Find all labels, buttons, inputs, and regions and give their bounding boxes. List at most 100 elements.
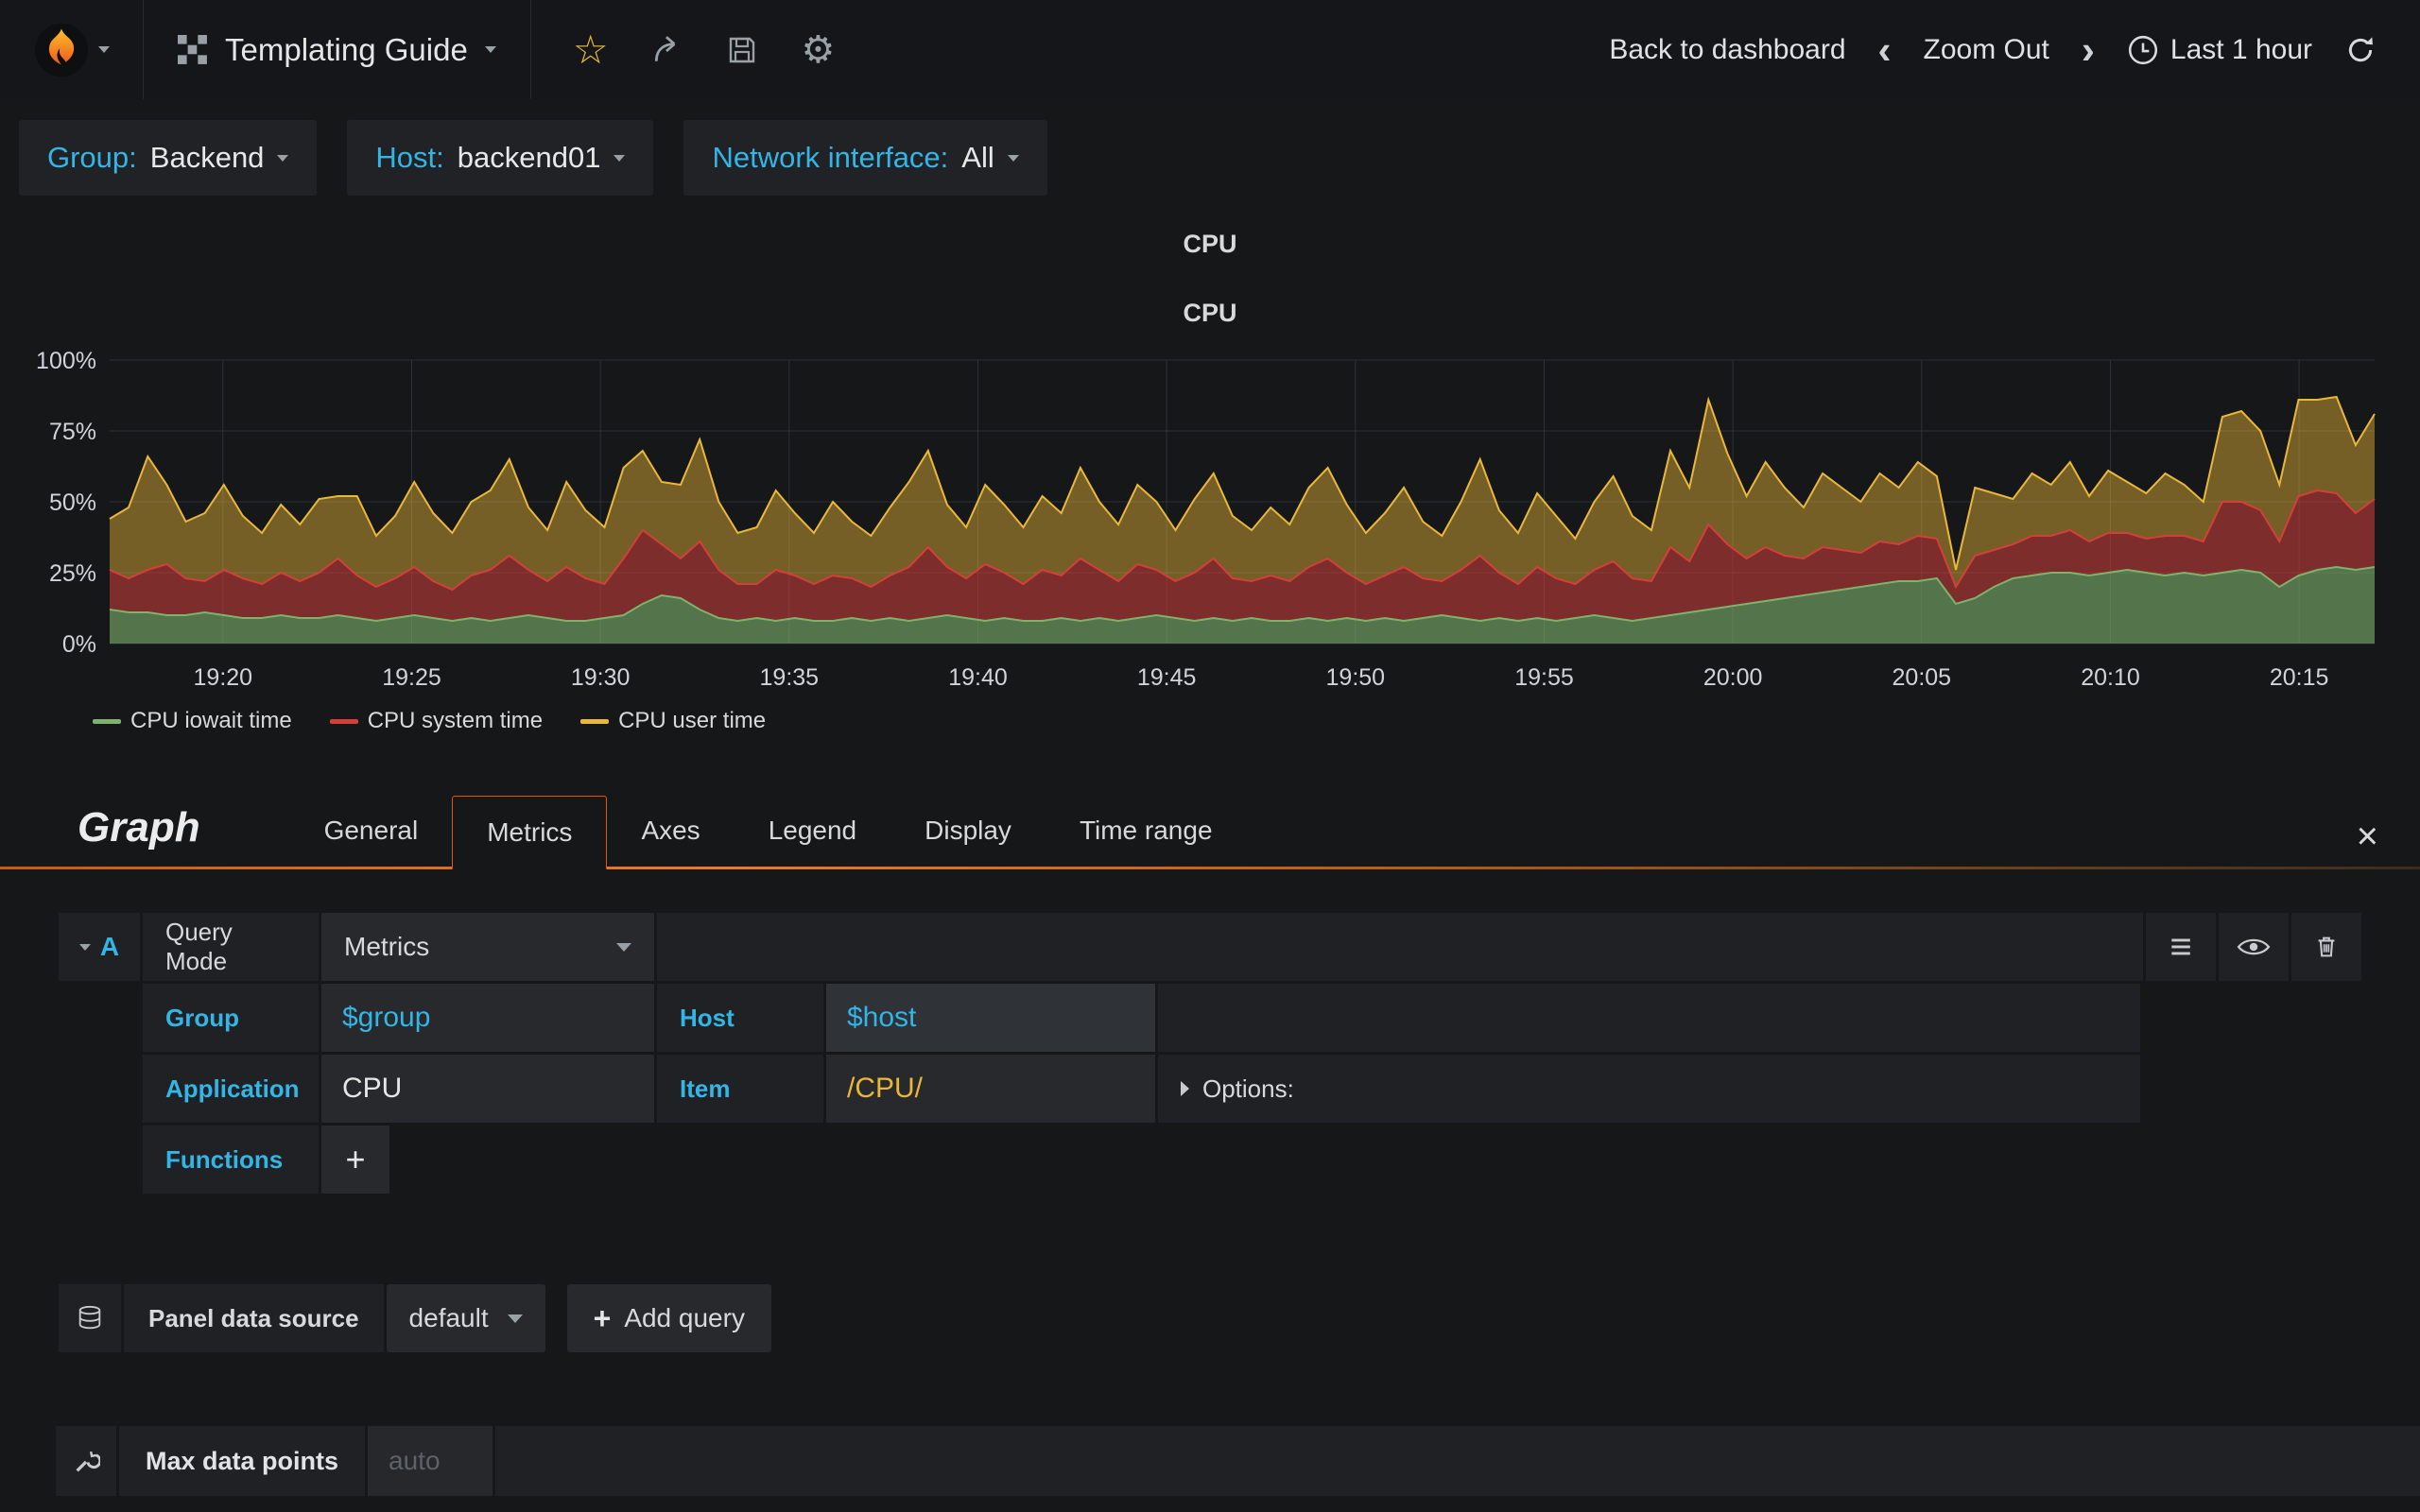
query-mode-select[interactable]: Metrics xyxy=(321,913,654,981)
legend-color-swatch xyxy=(580,718,610,724)
trash-icon xyxy=(2318,936,2335,957)
datasource-icon-cell xyxy=(59,1284,121,1352)
tab-legend[interactable]: Legend xyxy=(735,795,890,867)
caret-down-icon xyxy=(78,943,91,951)
legend-item-iowait[interactable]: CPU iowait time xyxy=(93,708,292,734)
caret-right-icon xyxy=(1181,1081,1189,1096)
query-mode-label: Query Mode xyxy=(143,913,319,981)
save-icon[interactable] xyxy=(727,35,757,65)
options-label: Options: xyxy=(1202,1074,1294,1103)
time-shift-right-icon[interactable]: › xyxy=(2082,29,2095,70)
graph-panel: CPU CPU 0% 25% 50% 75% 100% 19:20 19:25 19:30 19… xyxy=(19,230,2401,734)
svg-text:25%: 25% xyxy=(49,560,96,587)
svg-text:20:15: 20:15 xyxy=(2270,664,2329,691)
chart-legend: CPU iowait time CPU system time CPU user… xyxy=(93,708,2401,734)
navbar-right: Back to dashboard ‹ Zoom Out › Last 1 ho… xyxy=(1609,0,2420,99)
caret-down-icon xyxy=(614,154,626,162)
legend-label: CPU user time xyxy=(618,708,767,733)
variable-host-dropdown[interactable]: Host: backend01 xyxy=(347,120,654,196)
add-query-button[interactable]: + Add query xyxy=(566,1284,771,1352)
clock-icon xyxy=(2128,35,2157,64)
legend-item-system[interactable]: CPU system time xyxy=(329,708,543,734)
query-menu-button[interactable]: ≡ xyxy=(2146,913,2216,981)
query-row-filler xyxy=(1158,984,2140,1052)
max-data-points-input[interactable] xyxy=(368,1426,493,1496)
application-field-input[interactable] xyxy=(321,1055,654,1123)
navbar-actions: ☆ ⚙ xyxy=(531,0,877,99)
refresh-icon[interactable] xyxy=(2344,34,2377,66)
caret-down-icon xyxy=(1007,154,1019,162)
panel-type-title: Graph xyxy=(78,804,200,850)
caret-down-icon xyxy=(616,942,631,952)
host-field-label: Host xyxy=(657,984,823,1052)
svg-text:20:10: 20:10 xyxy=(2081,664,2140,691)
legend-item-user[interactable]: CPU user time xyxy=(580,708,766,734)
database-icon xyxy=(78,1305,101,1330)
item-field-label: Item xyxy=(657,1055,823,1123)
tab-metrics[interactable]: Metrics xyxy=(452,796,608,869)
svg-text:19:20: 19:20 xyxy=(194,664,253,691)
legend-color-swatch xyxy=(329,718,358,724)
svg-text:75%: 75% xyxy=(49,419,96,445)
dashboard-title: Templating Guide xyxy=(225,31,468,67)
item-field-input[interactable] xyxy=(826,1055,1155,1123)
variable-value: backend01 xyxy=(457,141,601,174)
datasource-value: default xyxy=(408,1303,489,1332)
query-row-functions: Functions + xyxy=(143,1125,2140,1194)
svg-text:100%: 100% xyxy=(36,348,96,374)
back-to-dashboard-button[interactable]: Back to dashboard xyxy=(1609,34,1845,66)
variable-value: All xyxy=(961,141,994,174)
grafana-menu-caret-icon xyxy=(97,46,110,53)
query-row-filler xyxy=(657,913,2143,981)
query-letter: A xyxy=(99,932,120,961)
query-mode-value: Metrics xyxy=(344,932,430,961)
panel-title[interactable]: CPU xyxy=(19,230,2401,259)
svg-text:20:00: 20:00 xyxy=(1703,664,1763,691)
tab-general[interactable]: General xyxy=(290,795,453,867)
grafana-menu[interactable] xyxy=(0,0,144,99)
variable-group-dropdown[interactable]: Group: Backend xyxy=(19,120,318,196)
tab-axes[interactable]: Axes xyxy=(607,795,734,867)
svg-text:19:25: 19:25 xyxy=(382,664,441,691)
functions-label: Functions xyxy=(143,1125,319,1194)
time-picker-button[interactable]: Last 1 hour xyxy=(2127,34,2312,66)
share-icon[interactable] xyxy=(651,34,683,66)
svg-text:19:50: 19:50 xyxy=(1326,664,1386,691)
query-collapse-toggle[interactable]: A xyxy=(59,913,140,981)
svg-text:19:45: 19:45 xyxy=(1137,664,1197,691)
query-row-group-host: Group Host xyxy=(143,984,2140,1052)
hamburger-icon: ≡ xyxy=(2169,925,2192,968)
add-query-label: Add query xyxy=(624,1303,745,1332)
row-filler xyxy=(495,1426,2420,1496)
add-function-button[interactable]: + xyxy=(321,1125,389,1194)
star-icon[interactable]: ☆ xyxy=(573,26,609,73)
wrench-icon xyxy=(76,1451,100,1472)
tab-display[interactable]: Display xyxy=(890,795,1046,867)
dashboard-title-menu[interactable]: Templating Guide xyxy=(144,0,531,99)
datasource-row: Panel data source default + Add query xyxy=(59,1284,2361,1352)
application-field-label: Application xyxy=(143,1055,319,1123)
group-field-label: Group xyxy=(143,984,319,1052)
options-toggle[interactable]: Options: xyxy=(1181,1074,1294,1104)
close-editor-icon[interactable]: × xyxy=(2357,817,2378,855)
group-field-input[interactable] xyxy=(321,984,654,1052)
host-field-input[interactable] xyxy=(826,984,1155,1052)
datasource-select[interactable]: default xyxy=(386,1284,545,1352)
wrench-icon-cell xyxy=(56,1426,116,1496)
time-shift-left-icon[interactable]: ‹ xyxy=(1878,29,1892,70)
zoom-out-button[interactable]: Zoom Out xyxy=(1924,34,2049,66)
editor-tabs: General Metrics Axes Legend Display Time… xyxy=(290,795,1247,869)
variable-netif-dropdown[interactable]: Network interface: All xyxy=(683,120,1047,196)
tab-time-range[interactable]: Time range xyxy=(1046,795,1247,867)
svg-text:19:30: 19:30 xyxy=(571,664,631,691)
svg-text:19:40: 19:40 xyxy=(948,664,1008,691)
query-delete-button[interactable] xyxy=(2291,913,2361,981)
variable-label: Group: xyxy=(47,141,137,174)
gear-icon[interactable]: ⚙ xyxy=(801,28,835,72)
variable-label: Network interface: xyxy=(712,141,949,174)
max-data-points-row: Max data points xyxy=(56,1426,2420,1496)
cpu-stacked-area-chart[interactable]: 0% 25% 50% 75% 100% 19:20 19:25 19:30 19:35 19:40… xyxy=(19,335,2401,706)
svg-text:20:05: 20:05 xyxy=(1893,664,1952,691)
query-toggle-visibility-button[interactable] xyxy=(2219,913,2289,981)
template-variable-row: Group: Backend Host: backend01 Network i… xyxy=(19,120,2401,196)
